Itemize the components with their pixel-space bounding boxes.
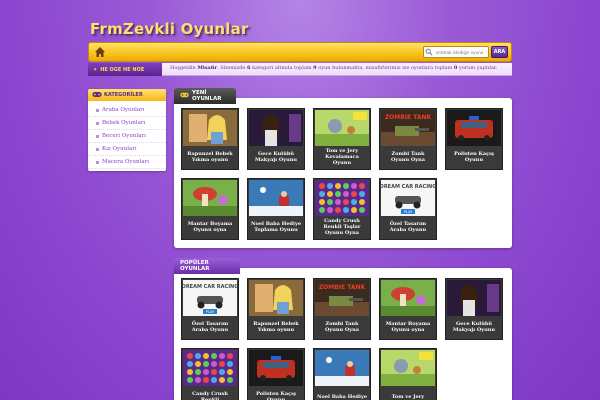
game-thumbnail[interactable]: DREAM CAR RACING PLAY [183,280,237,316]
game-thumbnail[interactable]: ZOMBIE TANK [381,110,435,146]
game-card[interactable]: DREAM CAR RACING PLAY Özel Tasarım Araba O… [181,278,239,340]
game-card[interactable]: Polisten Kaçış Oyunu [445,108,503,170]
game-thumbnail[interactable] [447,110,501,146]
game-card[interactable]: Polisten Kaçış Oyunu [247,348,305,400]
game-thumbnail[interactable] [249,180,303,216]
sparkle-icon: ✦ [93,66,98,73]
game-thumbnail[interactable] [183,180,237,216]
game-title[interactable]: Candy Crush Renkli [183,386,237,400]
game-card[interactable]: Mantar Boyama Oyunu oyna [379,278,437,340]
game-title[interactable]: Zombi Tank Oyunu Oyna [381,146,435,168]
game-title[interactable]: Polisten Kaçış Oyunu [447,146,501,168]
game-title[interactable]: Candy Crush Renkli Taşlar Oyunu Oyna [315,216,369,238]
game-title[interactable]: Özel Tasarım Araba Oyunu [183,316,237,338]
gamepad-icon [92,91,102,100]
game-thumbnail[interactable]: DREAM CAR RACING PLAY [381,180,435,216]
game-title[interactable]: Polisten Kaçış Oyunu [249,386,303,400]
game-thumbnail[interactable]: ZOMBIE TANK [315,280,369,316]
svg-text:ZOMBIE TANK: ZOMBIE TANK [319,284,366,291]
game-thumbnail[interactable] [381,280,435,316]
search-button[interactable]: ARA [491,46,508,58]
svg-text:DREAM CAR RACING: DREAM CAR RACING [183,284,237,290]
game-card[interactable]: Candy Crush Renkli [181,348,239,400]
welcome-tag: ✦ HE OGE HE NOE [88,63,162,76]
home-button[interactable] [91,44,109,60]
welcome-username[interactable]: Misafir [197,65,217,71]
game-title[interactable]: Gece Kulübü Makyajı Oyunu [447,316,501,338]
game-thumbnail[interactable] [447,280,501,316]
game-thumbnail[interactable] [249,350,303,386]
game-thumbnail[interactable] [183,110,237,146]
game-title[interactable]: Zombi Tank Oyunu Oyna [315,316,369,338]
game-card[interactable]: Tom ve Jery Kovalamaca Oyunu [313,108,371,170]
search-icon [425,47,435,57]
welcome-tag-label: HE OGE HE NOE [100,66,145,73]
game-title[interactable]: Noel Baba Hediye [315,386,369,400]
home-icon [95,47,105,57]
game-card[interactable]: ZOMBIE TANK Zombi Tank Oyunu Oyna [313,278,371,340]
game-title[interactable]: Rapunzel Bebek Yıkma oyunu [249,316,303,338]
game-card[interactable]: Mantar Boyama Oyunu oyna [181,178,239,240]
game-thumbnail[interactable] [315,350,369,386]
game-title[interactable]: Özel Tasarım Araba Oyunu [381,216,435,238]
popular-games-title: POPÜLER OYUNLAR [180,260,210,272]
game-title[interactable]: Noel Baba Hediye Toplama Oyunu [249,216,303,238]
new-games-header: YENİ OYUNLAR [174,88,236,104]
category-item[interactable]: Bebek Oyunları [88,117,166,130]
categories-title: KATEGORİLER [104,92,143,98]
new-games-panel: YENİ OYUNLAR Rapunzel Bebek Yıkma oyunu G… [174,88,512,248]
search-input[interactable] [436,47,488,57]
svg-text:PLAY: PLAY [404,210,413,214]
game-card[interactable]: Rapunzel Bebek Yıkma oyunu [247,278,305,340]
game-thumbnail[interactable] [183,350,237,386]
categories-list: Araba Oyunları Bebek Oyunları Beceri Oyunl… [88,104,166,169]
game-card[interactable]: Gece Kulübü Makyajı Oyunu [247,108,305,170]
game-thumbnail[interactable] [249,110,303,146]
categories-box: KATEGORİLER Araba Oyunları Bebek Oyunları… [88,89,166,171]
svg-text:DREAM CAR RACING: DREAM CAR RACING [381,184,435,190]
game-thumbnail[interactable] [315,110,369,146]
category-item[interactable]: Macera Oyunları [88,156,166,169]
category-item[interactable]: Kız Oyunları [88,143,166,156]
game-card[interactable]: Noel Baba Hediye Toplama Oyunu [247,178,305,240]
welcome-message: Hoşgeldin Misafir. Sitemizde 6 kategori … [170,65,498,71]
game-title[interactable]: Mantar Boyama Oyunu oyna [183,216,237,238]
site-logo[interactable]: FrmZevkli Oyunlar [90,20,249,38]
svg-text:ZOMBIE TANK: ZOMBIE TANK [385,114,432,121]
game-title[interactable]: Gece Kulübü Makyajı Oyunu [249,146,303,168]
category-item[interactable]: Araba Oyunları [88,104,166,117]
game-title[interactable]: Mantar Boyama Oyunu oyna [381,316,435,338]
game-thumbnail[interactable] [315,180,369,216]
game-card[interactable]: Rapunzel Bebek Yıkma oyunu [181,108,239,170]
game-card[interactable]: DREAM CAR RACING PLAY Özel Tasarım Araba O… [379,178,437,240]
welcome-bar: ✦ HE OGE HE NOE Hoşgeldin Misafir. Sitem… [88,63,512,76]
game-card[interactable]: Noel Baba Hediye [313,348,371,400]
new-games-title: YENİ OYUNLAR [192,90,222,102]
category-item[interactable]: Beceri Oyunları [88,130,166,143]
game-thumbnail[interactable] [249,280,303,316]
gamepad-icon [180,92,189,100]
top-navbar: ARA [88,42,512,62]
game-card[interactable]: Tom ve Jery [379,348,437,400]
game-card[interactable]: Gece Kulübü Makyajı Oyunu [445,278,503,340]
game-title[interactable]: Rapunzel Bebek Yıkma oyunu [183,146,237,168]
game-card[interactable]: Candy Crush Renkli Taşlar Oyunu Oyna [313,178,371,240]
game-card[interactable]: ZOMBIE TANK Zombi Tank Oyunu Oyna [379,108,437,170]
popular-games-panel: POPÜLER OYUNLAR DREAM CAR RACING PLAY Özel… [174,258,512,400]
svg-text:PLAY: PLAY [206,310,215,314]
popular-games-header: POPÜLER OYUNLAR [174,258,240,274]
game-title[interactable]: Tom ve Jery Kovalamaca Oyunu [315,146,369,168]
game-thumbnail[interactable] [381,350,435,386]
game-title[interactable]: Tom ve Jery [381,386,435,400]
categories-header: KATEGORİLER [88,89,166,101]
search-box [423,46,489,58]
